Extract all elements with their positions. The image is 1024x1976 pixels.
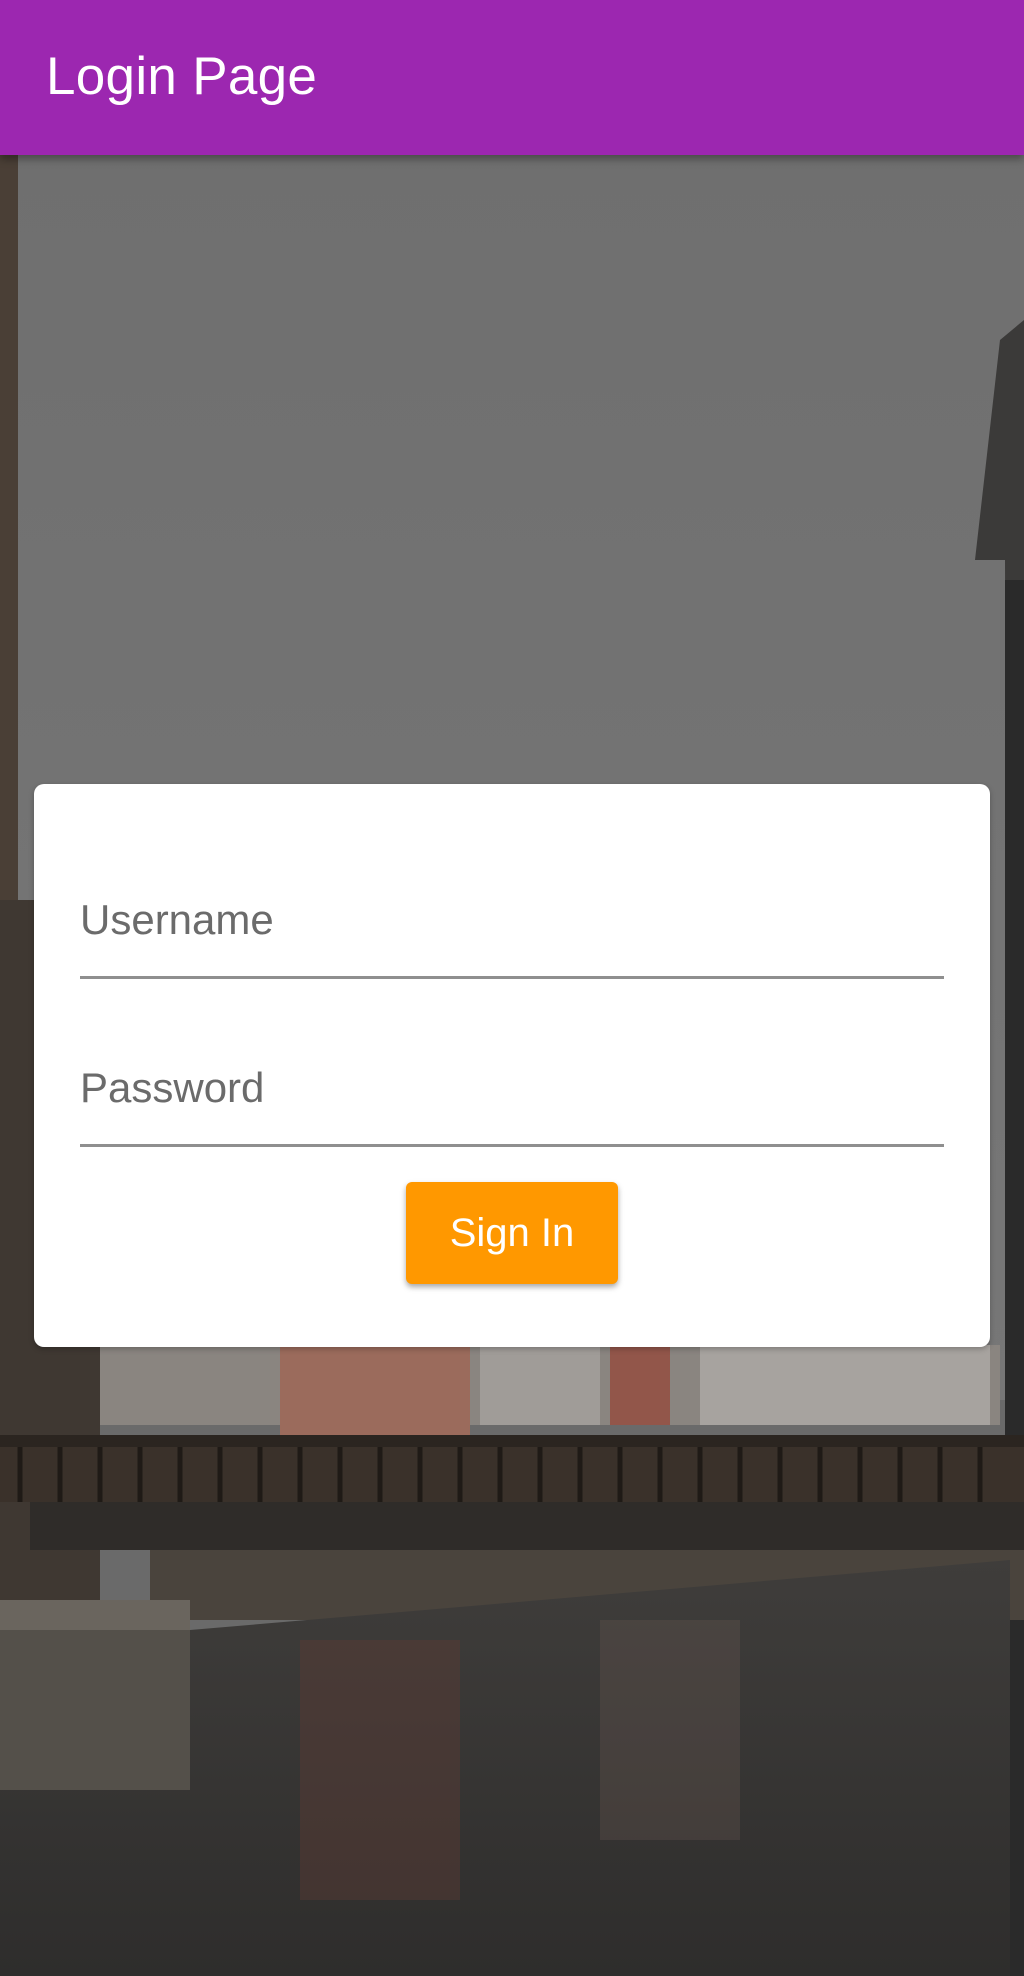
app-bar: Login Page: [0, 0, 1024, 155]
username-input[interactable]: [80, 880, 944, 976]
sign-in-button[interactable]: Sign In: [406, 1182, 618, 1284]
username-field[interactable]: [80, 880, 944, 979]
login-screen: Login Page Sign In: [0, 0, 1024, 1976]
page-title: Login Page: [46, 47, 318, 106]
password-field[interactable]: [80, 1048, 944, 1147]
login-card: Sign In: [34, 784, 990, 1347]
password-input[interactable]: [80, 1048, 944, 1144]
